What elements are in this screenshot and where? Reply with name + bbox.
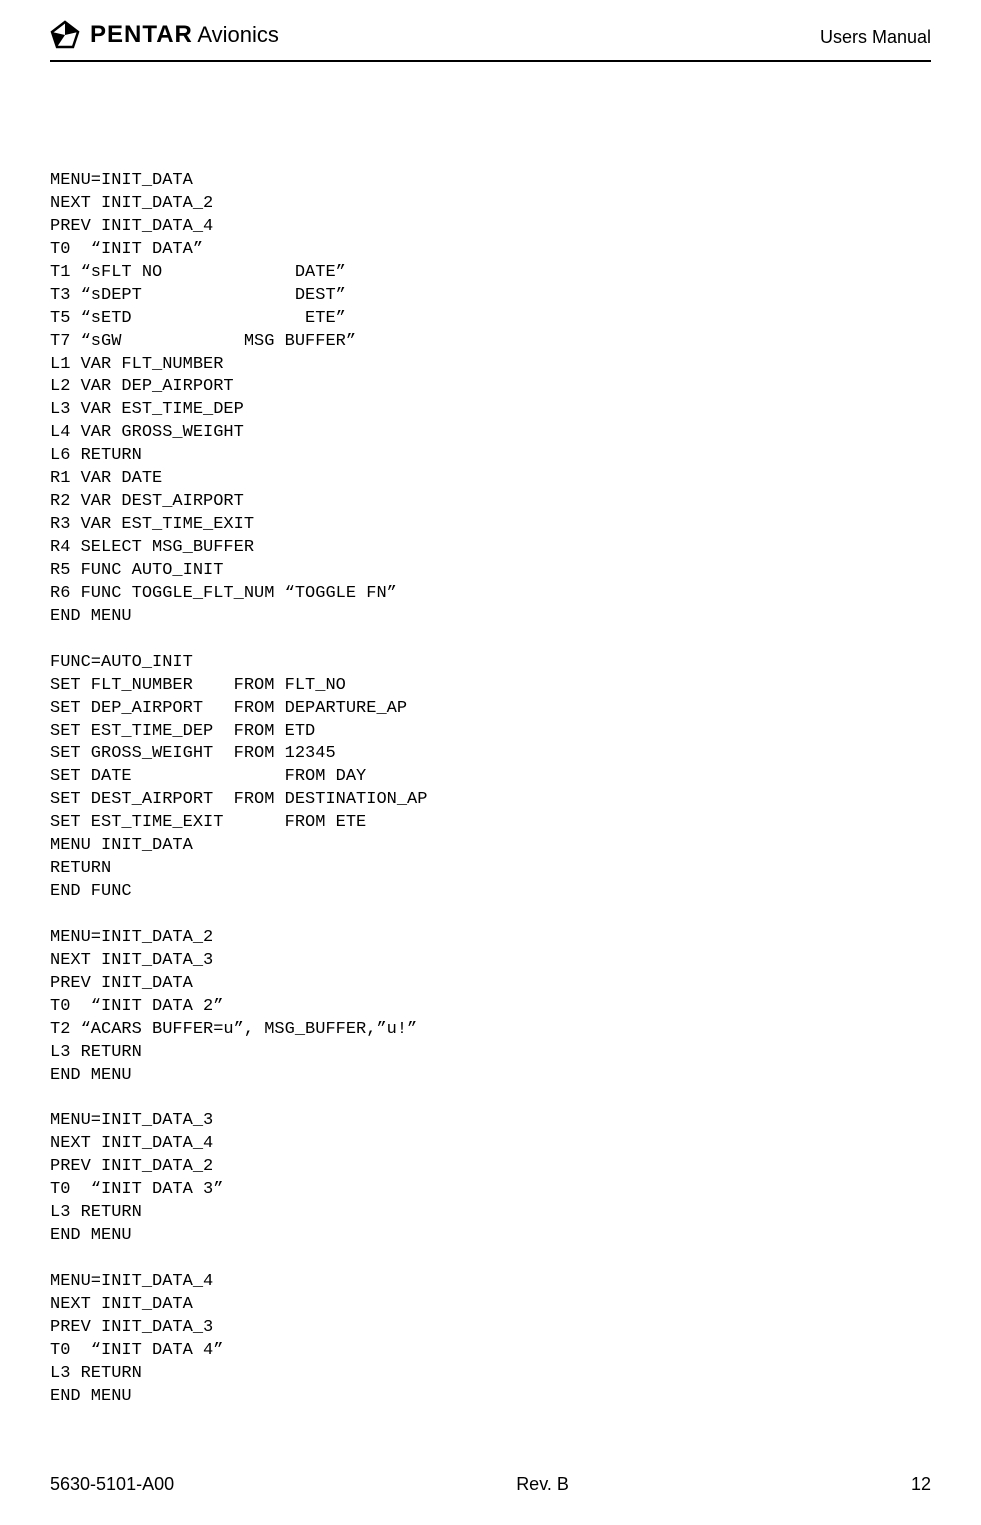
logo-section: PENTAR Avionics xyxy=(50,20,279,50)
doc-number: 5630-5101-A00 xyxy=(50,1474,174,1495)
company-name: PENTAR Avionics xyxy=(90,21,279,49)
manual-type: Users Manual xyxy=(820,27,931,50)
page-number: 12 xyxy=(911,1474,931,1495)
company-product: Avionics xyxy=(197,22,279,47)
page-footer: 5630-5101-A00 Rev. B 12 xyxy=(50,1474,931,1495)
revision: Rev. B xyxy=(516,1474,569,1495)
pentagon-logo-icon xyxy=(50,20,80,50)
page-header: PENTAR Avionics Users Manual xyxy=(50,0,931,62)
company-brand: PENTAR xyxy=(90,21,193,48)
code-content: MENU=INIT_DATA NEXT INIT_DATA_2 PREV INI… xyxy=(50,170,931,1409)
